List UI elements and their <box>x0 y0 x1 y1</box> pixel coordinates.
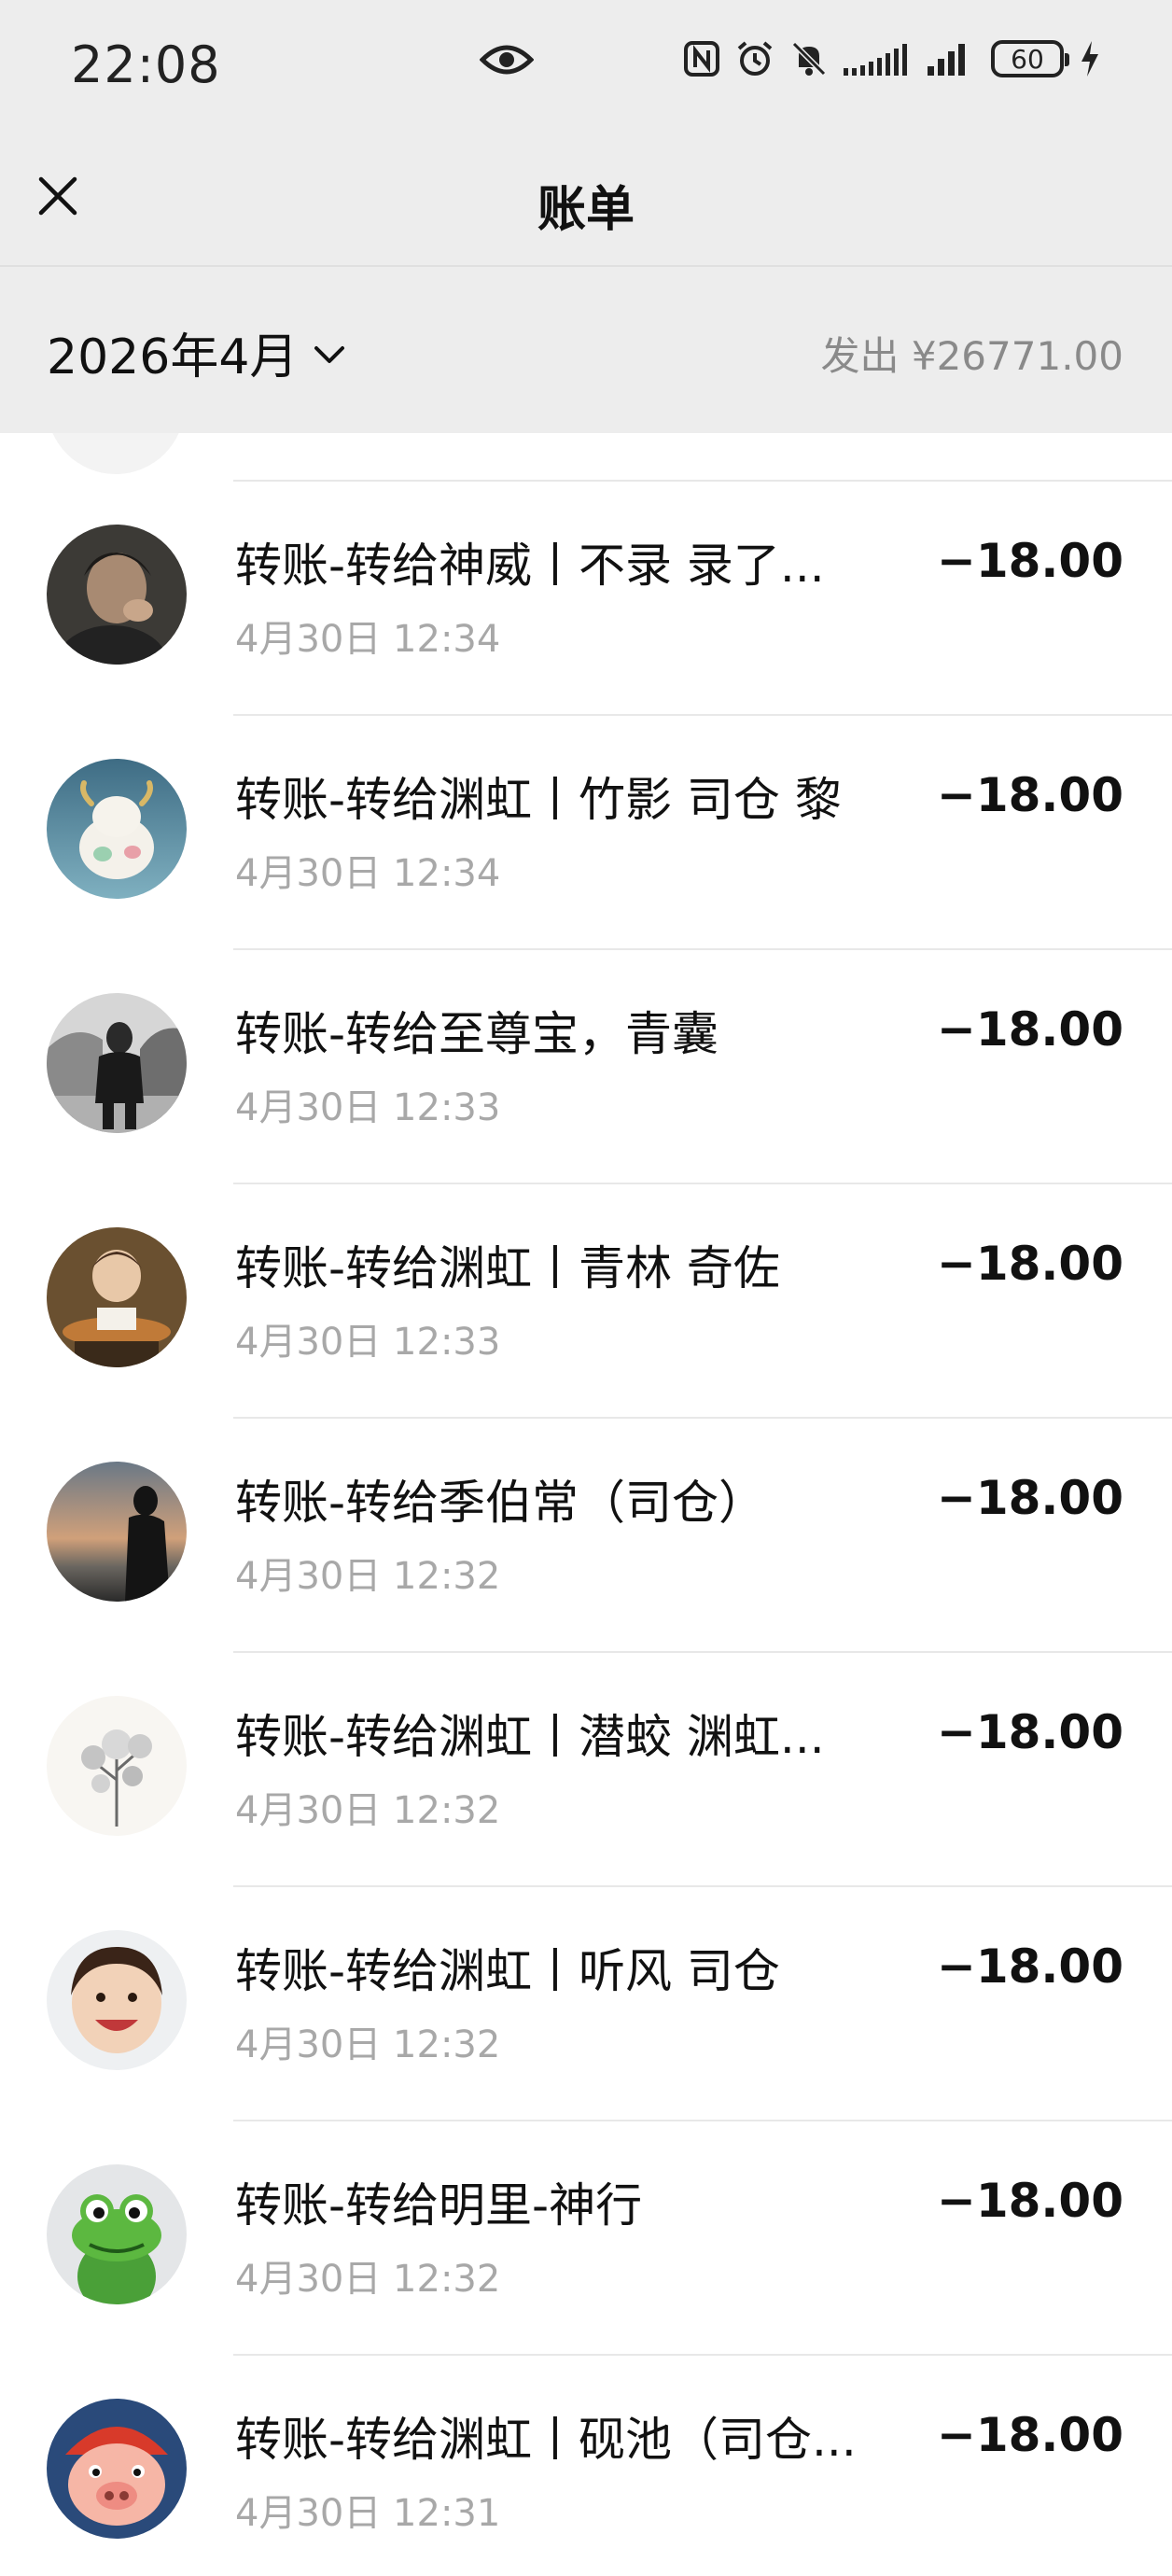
mute-icon <box>789 39 829 78</box>
transaction-title: 转账-转给渊虹丨砚池（司仓... <box>235 2413 857 2467</box>
transaction-title: 转账-转给渊虹丨潜蛟 渊虹... <box>235 1710 825 1764</box>
list-item[interactable]: 转账-转给至尊宝，青囊 4月30日 12:33 −18.00 <box>0 950 1172 1184</box>
transaction-amount: −18.00 <box>936 768 1123 822</box>
avatar <box>47 433 185 474</box>
transaction-time: 4月30日 12:33 <box>235 1086 501 1129</box>
avatar <box>47 1696 187 1836</box>
avatar <box>47 525 187 665</box>
transaction-time: 4月30日 12:32 <box>235 1789 501 1832</box>
avatar <box>47 1227 187 1367</box>
expense-summary: 发出 ¥26771.00 <box>820 333 1123 379</box>
eye-icon <box>479 41 535 82</box>
charging-icon <box>1079 39 1101 78</box>
avatar <box>47 1462 187 1602</box>
nfc-icon <box>683 40 720 77</box>
transaction-title: 转账-转给至尊宝，青囊 <box>235 1007 719 1061</box>
transaction-amount: −18.00 <box>936 1002 1123 1057</box>
avatar <box>47 1930 187 2070</box>
status-bar: 22:08 60 <box>0 0 1172 138</box>
transaction-time: 4月30日 12:32 <box>235 2258 501 2301</box>
transaction-title: 转账-转给季伯常（司仓） <box>235 1476 766 1530</box>
status-time: 22:08 <box>71 35 221 94</box>
page-title: 账单 <box>537 182 635 238</box>
nav-bar: 账单 <box>0 138 1172 265</box>
transaction-title: 转账-转给渊虹丨青林 奇佐 <box>235 1241 780 1295</box>
transaction-title: 转账-转给神威丨不录 录了... <box>235 539 825 593</box>
list-item[interactable]: 转账-转给渊虹丨听风 司仓 4月30日 12:32 −18.00 <box>0 1887 1172 2121</box>
month-label: 2026年4月 <box>47 329 299 385</box>
transaction-time: 4月30日 12:32 <box>235 2023 501 2066</box>
transaction-title: 转账-转给明里-神行 <box>235 2178 643 2233</box>
signal-icon <box>844 40 913 77</box>
transaction-amount: −18.00 <box>936 2174 1123 2228</box>
signal-icon <box>928 40 976 77</box>
month-picker[interactable]: 2026年4月 <box>47 317 346 387</box>
battery-icon: 60 <box>991 40 1069 77</box>
list-item[interactable]: 转账-转给季伯常（司仓） 4月30日 12:32 −18.00 <box>0 1419 1172 1653</box>
alarm-icon <box>735 39 774 78</box>
filter-bar: 2026年4月 发出 ¥26771.00 <box>0 265 1172 433</box>
transaction-amount: −18.00 <box>936 1237 1123 1291</box>
transaction-title: 转账-转给渊虹丨竹影 司仓 黎 <box>235 773 842 827</box>
list-item[interactable]: 转账-转给渊虹丨潜蛟 渊虹... 4月30日 12:32 −18.00 <box>0 1653 1172 1887</box>
list-item[interactable] <box>0 433 1172 482</box>
chevron-down-icon <box>314 345 345 363</box>
transaction-time: 4月30日 12:34 <box>235 852 501 895</box>
transaction-time: 4月30日 12:31 <box>235 2492 501 2535</box>
battery-level: 60 <box>1011 43 1044 75</box>
transaction-time: 4月30日 12:33 <box>235 1321 501 1364</box>
transaction-amount: −18.00 <box>936 534 1123 588</box>
list-item[interactable]: 转账-转给渊虹丨竹影 司仓 黎 4月30日 12:34 −18.00 <box>0 716 1172 950</box>
avatar <box>47 759 187 899</box>
list-item[interactable]: 转账-转给神威丨不录 录了... 4月30日 12:34 −18.00 <box>0 482 1172 716</box>
avatar <box>47 2164 187 2304</box>
transaction-amount: −18.00 <box>936 1705 1123 1759</box>
transaction-amount: −18.00 <box>936 1939 1123 1994</box>
transaction-amount: −18.00 <box>936 1471 1123 1525</box>
transaction-title: 转账-转给渊虹丨听风 司仓 <box>235 1944 780 1998</box>
transaction-list[interactable]: 转账-转给神威丨不录 录了... 4月30日 12:34 −18.00 转账-转… <box>0 433 1172 2576</box>
list-item[interactable]: 转账-转给明里-神行 4月30日 12:32 −18.00 <box>0 2121 1172 2356</box>
transaction-amount: −18.00 <box>936 2408 1123 2462</box>
list-item[interactable]: 转账-转给渊虹丨青林 奇佐 4月30日 12:33 −18.00 <box>0 1184 1172 1419</box>
avatar <box>47 993 187 1133</box>
status-icons: 60 <box>683 39 1101 78</box>
transaction-time: 4月30日 12:32 <box>235 1555 501 1598</box>
avatar <box>47 2399 187 2539</box>
transaction-time: 4月30日 12:34 <box>235 618 501 661</box>
list-item[interactable]: 转账-转给渊虹丨砚池（司仓... 4月30日 12:31 −18.00 <box>0 2356 1172 2576</box>
